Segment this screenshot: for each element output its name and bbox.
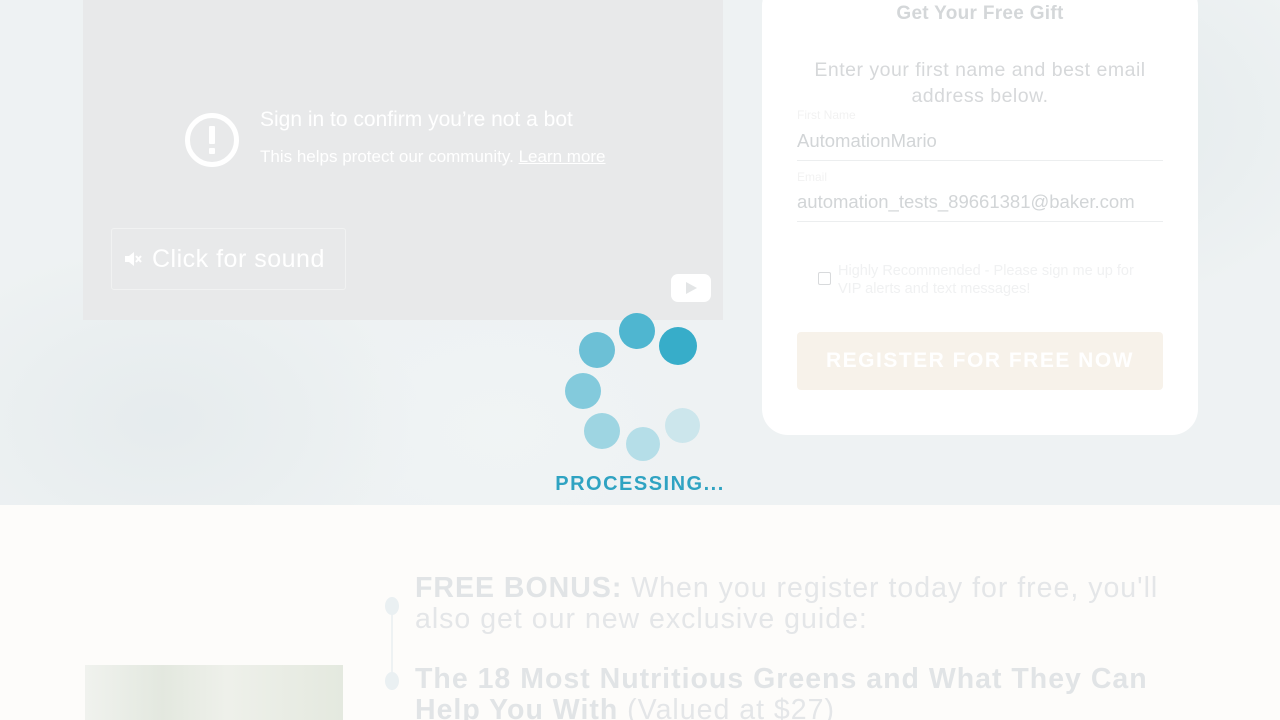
bonus-label: FREE BONUS: bbox=[415, 572, 623, 604]
processing-spinner bbox=[560, 310, 720, 461]
bot-check-subtitle: This helps protect our community. Learn … bbox=[260, 147, 606, 167]
spinner-dot bbox=[579, 332, 615, 368]
vip-alerts-checkbox[interactable] bbox=[818, 272, 831, 285]
bonus-intro: FREE BONUS: When you register today for … bbox=[415, 573, 1195, 635]
click-for-sound-button[interactable]: Click for sound bbox=[111, 228, 346, 290]
timeline-line bbox=[391, 608, 393, 682]
registration-card: Get Your Free Gift Enter your first name… bbox=[762, 0, 1198, 435]
bot-check-title: Sign in to confirm you’re not a bot bbox=[260, 108, 573, 131]
first-name-label: First Name bbox=[797, 108, 856, 122]
guide-value: (Valued at $27) bbox=[618, 694, 835, 720]
card-description: Enter your first name and best email add… bbox=[814, 59, 1146, 107]
email-field[interactable] bbox=[797, 182, 1163, 222]
timeline-dot bbox=[385, 672, 399, 690]
spinner-dot bbox=[659, 327, 697, 365]
alert-circle-icon bbox=[185, 113, 239, 167]
bonus-guide-title: The 18 Most Nutritious Greens and What T… bbox=[415, 664, 1195, 720]
first-name-field[interactable] bbox=[797, 121, 1163, 161]
card-title: Get Your Free Gift bbox=[896, 3, 1064, 24]
processing-label: PROCESSING... bbox=[555, 473, 725, 495]
timeline-dot bbox=[385, 597, 399, 615]
spinner-dot bbox=[626, 427, 660, 461]
sound-label: Click for sound bbox=[152, 244, 325, 273]
hero-section: Sign in to confirm you’re not a bot This… bbox=[0, 0, 1280, 505]
speaker-muted-icon bbox=[125, 252, 142, 266]
spinner-dot bbox=[619, 313, 655, 349]
spinner-dot bbox=[665, 408, 700, 443]
learn-more-link[interactable]: Learn more bbox=[519, 147, 606, 166]
bot-check-text: This helps protect our community. bbox=[260, 147, 514, 166]
vip-alerts-label: Highly Recommended - Please sign me up f… bbox=[838, 263, 1134, 297]
youtube-play-icon[interactable] bbox=[671, 274, 711, 302]
greens-guide-image bbox=[85, 665, 343, 720]
spinner-dot bbox=[565, 373, 601, 409]
spinner-dot bbox=[584, 413, 620, 449]
register-button[interactable]: REGISTER FOR FREE NOW bbox=[797, 332, 1163, 390]
video-player[interactable]: Sign in to confirm you’re not a bot This… bbox=[83, 0, 723, 320]
